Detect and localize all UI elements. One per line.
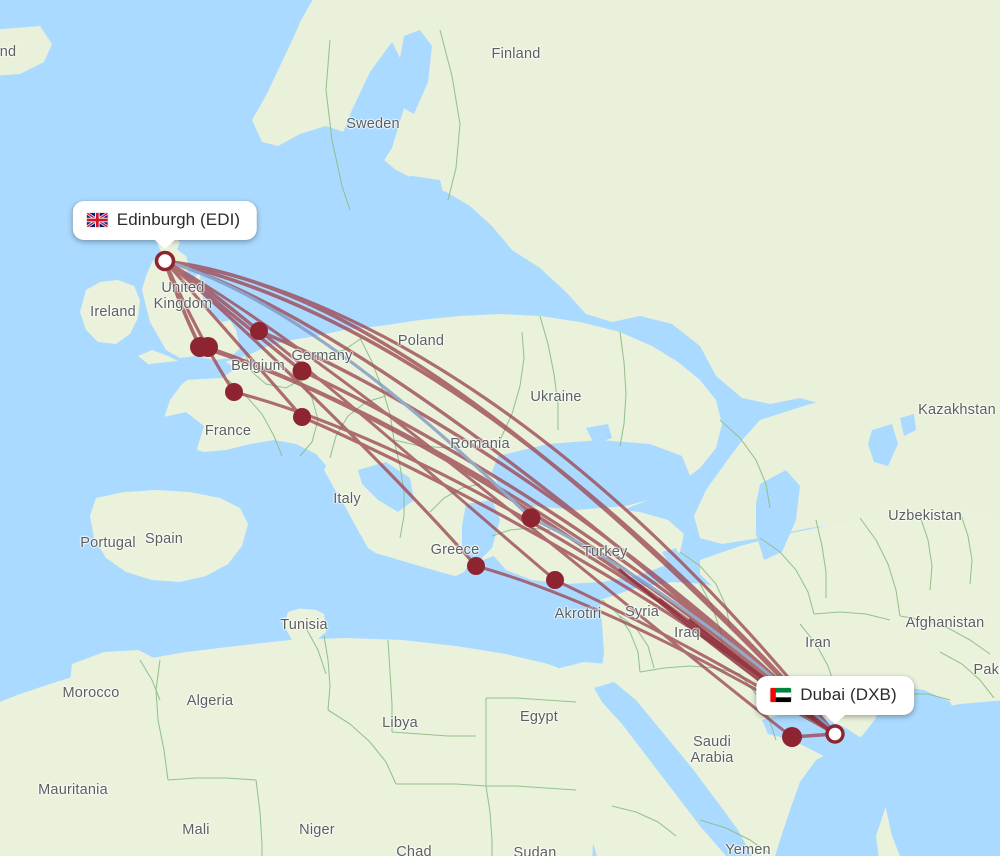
edinburgh-tooltip-label: Edinburgh (EDI) xyxy=(116,210,241,229)
dubai-airport-tooltip[interactable]: Dubai (DXB) xyxy=(756,676,914,724)
edinburgh-airport-tooltip[interactable]: Edinburgh (EDI) xyxy=(72,201,258,249)
uk-flag-icon xyxy=(86,213,108,227)
marker-bahrain xyxy=(782,727,802,747)
marker-paris xyxy=(225,383,243,401)
water-arabian-sea xyxy=(878,700,1000,856)
dubai-tooltip-label: Dubai (DXB) xyxy=(800,685,897,704)
marker-origin-edinburgh xyxy=(154,250,176,272)
map-canvas xyxy=(0,0,1000,856)
flight-route-map[interactable]: nd Finland Sweden Ireland United Kingdom Germ… xyxy=(0,0,1000,856)
uae-flag-icon xyxy=(770,688,792,702)
marker-london-b xyxy=(198,337,218,357)
marker-amsterdam xyxy=(250,322,268,340)
marker-frankfurt xyxy=(292,361,312,381)
marker-zurich xyxy=(293,408,311,426)
marker-larnaca xyxy=(546,571,564,589)
marker-destination-dubai xyxy=(825,724,845,744)
marker-istanbul xyxy=(521,508,541,528)
marker-athens xyxy=(467,557,485,575)
